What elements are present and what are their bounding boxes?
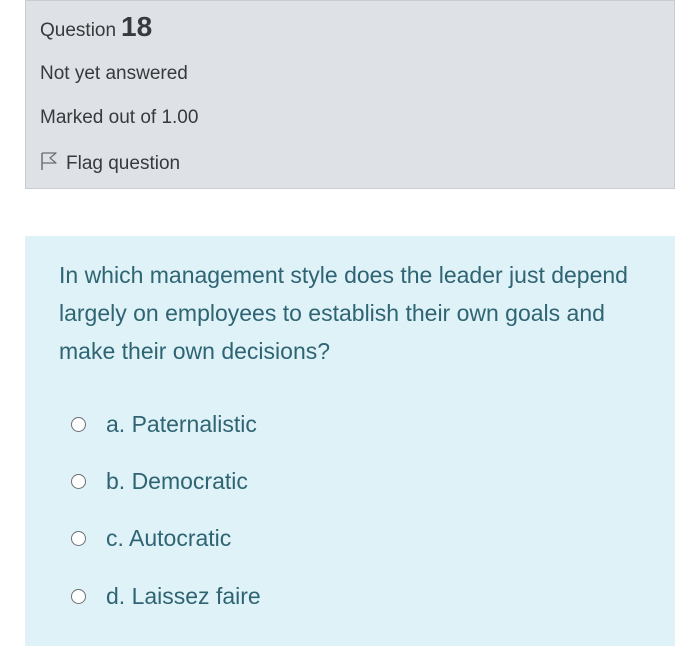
- answer-option-a[interactable]: a. Paternalistic: [71, 411, 257, 438]
- question-number-heading: Question 18: [40, 13, 152, 41]
- question-label: Question: [40, 20, 117, 41]
- radio-unchecked-icon[interactable]: [71, 531, 86, 546]
- question-text: In which management style does the leade…: [59, 262, 628, 364]
- radio-unchecked-icon[interactable]: [71, 417, 86, 432]
- question-grade: Marked out of 1.00: [40, 107, 199, 128]
- question-number: 18: [121, 11, 153, 42]
- answer-label: b. Democratic: [106, 468, 248, 494]
- radio-unchecked-icon[interactable]: [71, 589, 86, 604]
- answer-label: d. Laissez faire: [106, 583, 261, 609]
- question-content-panel: In which management style does the leade…: [25, 236, 675, 646]
- question-state: Not yet answered: [40, 63, 188, 84]
- answer-option-d[interactable]: d. Laissez faire: [71, 583, 261, 610]
- radio-unchecked-icon[interactable]: [71, 474, 86, 489]
- flag-question-button[interactable]: Flag question: [40, 151, 180, 177]
- flag-question-label: Flag question: [66, 153, 181, 174]
- answer-option-c[interactable]: c. Autocratic: [71, 525, 231, 552]
- answer-option-b[interactable]: b. Democratic: [71, 468, 248, 495]
- answer-label: a. Paternalistic: [106, 411, 257, 437]
- answer-label: c. Autocratic: [106, 525, 232, 551]
- flag-icon: [40, 151, 66, 177]
- question-info-panel: Question 18 Not yet answered Marked out o…: [25, 0, 675, 189]
